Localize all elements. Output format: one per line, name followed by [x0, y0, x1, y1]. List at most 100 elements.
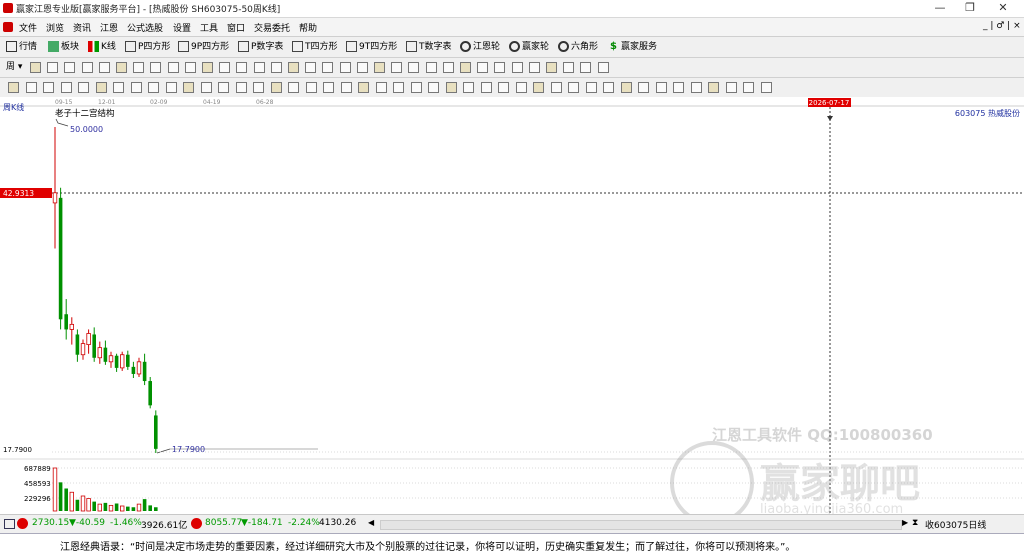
- menu-help[interactable]: 帮助: [299, 21, 317, 34]
- draw-tool-2-icon[interactable]: [25, 82, 37, 93]
- draw-tool-36-icon[interactable]: [620, 82, 632, 93]
- period-tool-20-icon[interactable]: [356, 62, 368, 73]
- mdi-controls[interactable]: _ | ♂ | ×: [983, 21, 1021, 31]
- draw-tool-25-icon[interactable]: [428, 82, 439, 93]
- period-tool-23-icon[interactable]: [408, 62, 420, 73]
- draw-tool-4-icon[interactable]: [60, 82, 72, 93]
- period-tool-13-icon[interactable]: [236, 62, 248, 73]
- horizontal-scrollbar[interactable]: [380, 520, 902, 530]
- sh-market-icon[interactable]: [17, 518, 28, 529]
- period-tool-19-icon[interactable]: [339, 62, 351, 73]
- grid-icon[interactable]: [4, 519, 15, 529]
- draw-tool-24-icon[interactable]: [410, 82, 422, 93]
- menu-gann[interactable]: 江恩: [100, 21, 118, 34]
- draw-tool-35-icon[interactable]: [603, 82, 614, 93]
- period-tool-18-icon[interactable]: [322, 62, 334, 73]
- period-tool-5-icon[interactable]: [98, 62, 110, 73]
- period-tool-9-icon[interactable]: [167, 62, 179, 73]
- draw-tool-17-icon[interactable]: [288, 82, 299, 93]
- close-button[interactable]: ✕: [988, 0, 1018, 16]
- period-tool-1-icon[interactable]: [30, 62, 41, 73]
- draw-tool-8-icon[interactable]: [130, 82, 142, 93]
- draw-tool-10-icon[interactable]: [165, 82, 177, 93]
- period-tool-2-icon[interactable]: [47, 62, 59, 73]
- period-tool-25-icon[interactable]: [442, 62, 454, 73]
- draw-tool-1-icon[interactable]: [8, 82, 19, 93]
- kline-button[interactable]: K线: [88, 40, 116, 54]
- draw-tool-15-icon[interactable]: [253, 82, 264, 93]
- draw-tool-26-icon[interactable]: [445, 82, 457, 93]
- period-tool-29-icon[interactable]: [511, 62, 523, 73]
- p-square-button[interactable]: P四方形: [125, 40, 170, 54]
- period-tool-21-icon[interactable]: [374, 62, 385, 73]
- period-tool-17-icon[interactable]: [305, 62, 317, 73]
- draw-tool-5-icon[interactable]: [78, 82, 89, 93]
- 9p-square-button[interactable]: 9P四方形: [178, 40, 229, 54]
- service-button[interactable]: $ 赢家服务: [608, 40, 657, 54]
- draw-tool-40-icon[interactable]: [690, 82, 702, 93]
- t-number-table-button[interactable]: T数字表: [406, 40, 452, 54]
- scroll-right-icon[interactable]: ▶: [902, 518, 908, 527]
- draw-tool-22-icon[interactable]: [375, 82, 387, 93]
- period-tool-6-icon[interactable]: [116, 62, 127, 73]
- sz-market-icon[interactable]: [191, 518, 202, 529]
- period-tool-8-icon[interactable]: [150, 62, 162, 73]
- draw-tool-33-icon[interactable]: [568, 82, 579, 93]
- minimize-button[interactable]: —: [925, 0, 955, 16]
- draw-tool-31-icon[interactable]: [533, 82, 544, 93]
- draw-tool-14-icon[interactable]: [235, 82, 247, 93]
- winner-wheel-button[interactable]: 赢家轮: [509, 40, 549, 54]
- restore-button[interactable]: ❐: [955, 0, 985, 16]
- kline-chart[interactable]: 09-15 12-01 02-09 04-19 06-28 周K线 603075…: [0, 97, 1024, 514]
- period-tool-3-icon[interactable]: [64, 62, 76, 73]
- period-tool-4-icon[interactable]: [81, 62, 93, 73]
- period-select[interactable]: 周 ▾: [6, 60, 22, 74]
- period-tool-24-icon[interactable]: [425, 62, 437, 73]
- p-number-table-button[interactable]: P数字表: [238, 40, 283, 54]
- menu-browse[interactable]: 浏览: [46, 21, 64, 34]
- menu-formula[interactable]: 公式选股: [127, 21, 163, 34]
- draw-tool-3-icon[interactable]: [43, 82, 54, 93]
- gann-wheel-button[interactable]: 江恩轮: [460, 40, 500, 54]
- draw-tool-21-icon[interactable]: [358, 82, 369, 93]
- draw-tool-41-icon[interactable]: [708, 82, 719, 93]
- t-square-button[interactable]: T四方形: [292, 40, 338, 54]
- draw-tool-30-icon[interactable]: [515, 82, 527, 93]
- menu-window[interactable]: 窗口: [227, 21, 245, 34]
- period-tool-15-icon[interactable]: [270, 62, 282, 73]
- draw-tool-42-icon[interactable]: [725, 82, 737, 93]
- draw-tool-44-icon[interactable]: [760, 82, 772, 93]
- draw-tool-12-icon[interactable]: [200, 82, 212, 93]
- menu-tools[interactable]: 工具: [200, 21, 218, 34]
- period-tool-14-icon[interactable]: [253, 62, 265, 73]
- draw-tool-19-icon[interactable]: [323, 82, 334, 93]
- menu-file[interactable]: 文件: [19, 21, 37, 34]
- period-tool-27-icon[interactable]: [477, 62, 489, 73]
- period-tool-26-icon[interactable]: [460, 62, 471, 73]
- period-tool-33-icon[interactable]: [580, 62, 592, 73]
- period-tool-30-icon[interactable]: [528, 62, 540, 73]
- menu-trade[interactable]: 交易委托: [254, 21, 290, 34]
- draw-tool-7-icon[interactable]: [113, 82, 124, 93]
- period-tool-12-icon[interactable]: [219, 62, 231, 73]
- draw-tool-38-icon[interactable]: [655, 82, 667, 93]
- quotes-button[interactable]: 行情: [6, 40, 37, 54]
- menu-settings[interactable]: 设置: [173, 21, 191, 34]
- period-tool-31-icon[interactable]: [546, 62, 557, 73]
- period-tool-16-icon[interactable]: [288, 62, 299, 73]
- period-tool-28-icon[interactable]: [494, 62, 506, 73]
- draw-tool-39-icon[interactable]: [673, 82, 684, 93]
- draw-tool-11-icon[interactable]: [183, 82, 194, 93]
- period-tool-34-icon[interactable]: [597, 62, 609, 73]
- 9t-square-button[interactable]: 9T四方形: [346, 40, 397, 54]
- menu-info[interactable]: 资讯: [73, 21, 91, 34]
- sector-button[interactable]: 板块: [48, 40, 79, 54]
- hexagon-button[interactable]: 六角形: [558, 40, 598, 54]
- draw-tool-43-icon[interactable]: [743, 82, 754, 93]
- period-tool-22-icon[interactable]: [391, 62, 403, 73]
- draw-tool-23-icon[interactable]: [393, 82, 404, 93]
- draw-tool-13-icon[interactable]: [218, 82, 229, 93]
- draw-tool-16-icon[interactable]: [270, 82, 282, 93]
- draw-tool-27-icon[interactable]: [463, 82, 474, 93]
- period-tool-7-icon[interactable]: [133, 62, 145, 73]
